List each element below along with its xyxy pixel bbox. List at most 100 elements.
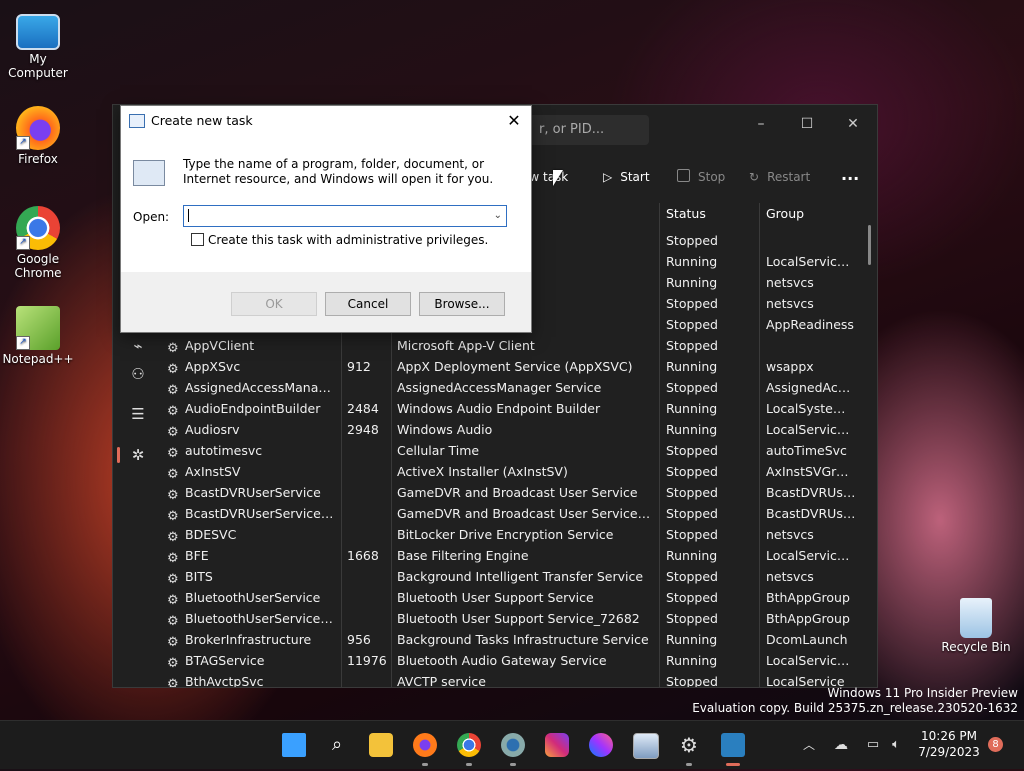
desktop-icon-firefox[interactable]: ↗ Firefox [0, 106, 76, 166]
shortcut-arrow-icon: ↗ [16, 236, 30, 250]
cell-text: Background Tasks Infrastructure Service [397, 632, 649, 647]
stop-button[interactable]: Stop [677, 165, 725, 189]
cell-text: BcastDVRUse... [766, 485, 856, 500]
shortcut-arrow-icon: ↗ [16, 336, 30, 350]
table-row[interactable]: ⚙ AudioEndpointBuilder 2484 Windows Audio E… [163, 398, 859, 419]
search-box[interactable]: r, or PID... [513, 115, 649, 145]
cell-text: Cellular Time [397, 443, 480, 458]
volume-icon[interactable]: 🔈︎ [884, 733, 908, 757]
table-row[interactable]: ⚙ AssignedAccessManager... AssignedAccessM… [163, 377, 859, 398]
cell-text: AppXSvc [185, 359, 241, 374]
details-icon[interactable]: ☰ [129, 405, 147, 423]
admin-privileges-checkbox[interactable]: Create this task with administrative pri… [191, 233, 488, 247]
desktop-icon-recycle-bin[interactable]: Recycle Bin [936, 598, 1016, 654]
cell-text: Stopped [666, 296, 718, 311]
cell-group: netsvcs [766, 293, 856, 314]
table-row[interactable]: ⚙ autotimesvc Cellular Time Stopped autoTime… [163, 440, 859, 461]
table-row[interactable]: ⚙ BrokerInfrastructure 956 Background Tasks… [163, 629, 859, 650]
table-row[interactable]: ⚙ BcastDVRUserService_72... GameDVR and Br… [163, 503, 859, 524]
cell-group: AppReadiness [766, 314, 856, 335]
settings-icon[interactable]: ⚙ [677, 733, 701, 757]
close-button[interactable]: ✕ [833, 113, 873, 135]
cancel-button[interactable]: Cancel [325, 292, 411, 316]
cell-name: ⚙ BluetoothUserService [167, 587, 337, 608]
onedrive-icon[interactable]: ☁ [829, 733, 853, 757]
open-input[interactable]: ⌄ [183, 205, 507, 227]
users-icon[interactable]: ⚇ [129, 365, 147, 383]
start-icon[interactable] [282, 733, 306, 757]
service-gear-icon: ⚙ [167, 656, 179, 671]
column-header-group[interactable]: Group [766, 203, 804, 225]
cell-text: Stopped [666, 317, 718, 332]
services-icon[interactable]: ✲ [129, 446, 147, 464]
create-new-task-dialog: Create new task ✕ Type the name of a pro… [120, 105, 532, 333]
table-row[interactable]: ⚙ BFE 1668 Base Filtering Engine Running Loca… [163, 545, 859, 566]
file-explorer-icon[interactable] [369, 733, 393, 757]
cell-status: Stopped [666, 608, 756, 629]
chrome-icon[interactable] [457, 733, 481, 757]
scrollbar-thumb[interactable] [868, 225, 871, 265]
ok-label: OK [265, 297, 283, 311]
table-row[interactable]: ⚙ AxInstSV ActiveX Installer (AxInstSV) Sto… [163, 461, 859, 482]
photo-viewer-icon[interactable] [633, 733, 659, 759]
cell-name: ⚙ AppVClient [167, 335, 337, 356]
table-row[interactable]: ⚙ BDESVC BitLocker Drive Encryption Servic… [163, 524, 859, 545]
cell-group: wsappx [766, 356, 856, 377]
minimize-button[interactable]: – [741, 113, 781, 135]
ok-button[interactable]: OK [231, 292, 317, 316]
table-row[interactable]: ⚙ BcastDVRUserService GameDVR and Broadcas… [163, 482, 859, 503]
restart-button[interactable]: ↻ Restart [749, 165, 810, 189]
cell-text: Stopped [666, 443, 718, 458]
desktop-icon-my-computer[interactable]: My Computer [0, 10, 76, 80]
cell-text: LocalService... [766, 422, 856, 437]
column-header-status[interactable]: Status [666, 203, 706, 225]
cell-text: 2484 [347, 401, 379, 416]
desktop-icon-chrome[interactable]: ↗ Google Chrome [0, 206, 76, 280]
maximize-button[interactable]: ☐ [787, 113, 827, 135]
running-indicator [422, 763, 428, 766]
firefox-icon[interactable] [413, 733, 437, 757]
service-gear-icon: ⚙ [167, 404, 179, 419]
network-icon[interactable]: ▭ [861, 733, 885, 757]
table-row[interactable]: ⚙ AppVClient Microsoft App-V Client Stopped [163, 335, 859, 356]
table-row[interactable]: ⚙ BluetoothUserService_72... Bluetooth Use… [163, 608, 859, 629]
chevron-up-icon[interactable]: ︿ [797, 733, 821, 757]
dialog-body: Type the name of a program, folder, docu… [121, 136, 531, 272]
cell-status: Stopped [666, 377, 756, 398]
cell-group: DcomLaunch [766, 629, 856, 650]
table-row[interactable]: ⚙ BTAGService 11976 Bluetooth Audio Gateway… [163, 650, 859, 671]
cell-text: LocalService... [766, 548, 856, 563]
search-icon[interactable]: ⌕ [325, 733, 349, 757]
settings-app-icon[interactable] [501, 733, 525, 757]
cell-group: LocalService... [766, 650, 856, 671]
cell-text: GameDVR and Broadcast User Service_72... [397, 506, 655, 521]
clock[interactable]: 10:26 PM 7/29/2023 [914, 728, 984, 760]
startup-apps-icon[interactable]: ⌁ [129, 337, 147, 355]
table-row[interactable]: ⚙ Audiosrv 2948 Windows Audio Running LocalSe… [163, 419, 859, 440]
task-manager-icon[interactable] [721, 733, 745, 757]
start-label: Start [620, 170, 650, 184]
chrome-icon: ↗ [16, 206, 60, 250]
cell-group: LocalService [766, 671, 856, 687]
messenger-icon[interactable] [589, 733, 613, 757]
more-options-button[interactable]: ... [841, 165, 859, 189]
table-row[interactable]: ⚙ BluetoothUserService Bluetooth User Supp… [163, 587, 859, 608]
instagram-icon[interactable] [545, 733, 569, 757]
dialog-close-button[interactable]: ✕ [503, 110, 525, 132]
chevron-down-icon[interactable]: ⌄ [494, 206, 502, 226]
table-row[interactable]: ⚙ BthAvctpSvc AVCTP service Stopped LocalSer… [163, 671, 859, 687]
desktop-icon-label: Google Chrome [14, 252, 62, 280]
start-button[interactable]: ▷ Start [603, 165, 650, 189]
cell-text: AssignedAccessManager... [185, 380, 337, 395]
table-row[interactable]: ⚙ BITS Background Intelligent Transfer Ser… [163, 566, 859, 587]
cell-text: Running [666, 632, 718, 647]
table-row[interactable]: ⚙ AppXSvc 912 AppX Deployment Service (AppX… [163, 356, 859, 377]
desktop-icon-notepad-plus-plus[interactable]: ↗ Notepad++ [0, 306, 76, 366]
notification-badge[interactable]: 8 [988, 737, 1003, 752]
cell-group: BcastDVRUse... [766, 503, 856, 524]
cell-name: ⚙ AudioEndpointBuilder [167, 398, 337, 419]
checkbox-box[interactable] [191, 233, 204, 246]
cell-status: Stopped [666, 566, 756, 587]
browse-button[interactable]: Browse... [419, 292, 505, 316]
service-gear-icon: ⚙ [167, 677, 179, 688]
